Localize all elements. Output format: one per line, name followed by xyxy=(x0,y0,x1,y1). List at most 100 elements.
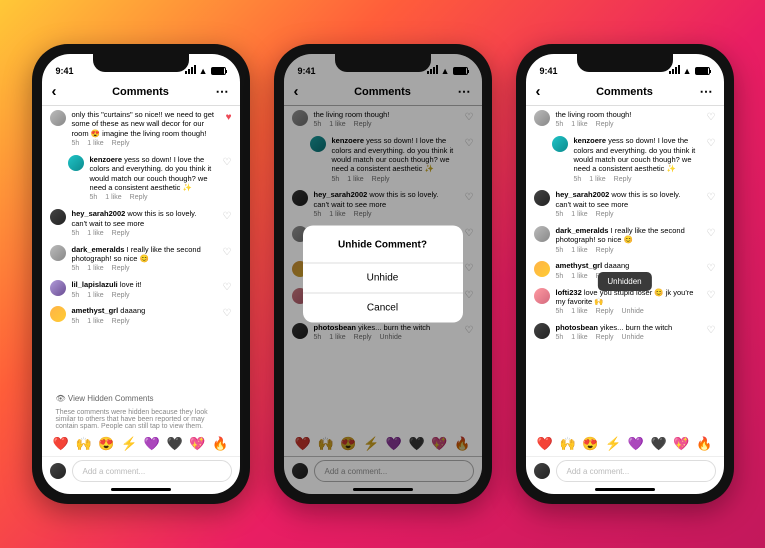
comment-row[interactable]: hey_sarah2002 wow this is so lovely. can… xyxy=(50,209,232,239)
like-icon[interactable]: ♥ xyxy=(226,110,232,149)
emoji-option[interactable]: 😍 xyxy=(98,436,114,452)
comment-meta: 5h1 likeReplyUnhide xyxy=(556,334,697,343)
comment-row[interactable]: hey_sarah2002 wow this is so lovely. can… xyxy=(534,190,716,220)
avatar[interactable] xyxy=(534,288,550,304)
comment-meta: 5h1 likeReply xyxy=(556,121,697,130)
emoji-bar[interactable]: ❤️ 🙌 😍 ⚡ 💜 🖤 💖 🔥 xyxy=(526,432,724,456)
comment-row[interactable]: amethyst_grl daaang5h1 likeReply♡ xyxy=(50,306,232,326)
comment-row[interactable]: lil_lapislazuli love it!5h1 likeReply♡ xyxy=(50,280,232,300)
emoji-option[interactable]: ⚡ xyxy=(605,436,621,452)
comment-meta: 5h1 likeReply xyxy=(72,265,213,274)
like-icon[interactable]: ♡ xyxy=(707,136,716,184)
emoji-option[interactable]: ❤️ xyxy=(53,436,69,452)
emoji-option[interactable]: ⚡ xyxy=(121,436,137,452)
like-icon[interactable]: ♡ xyxy=(223,280,232,300)
emoji-option[interactable]: 🙌 xyxy=(560,436,576,452)
avatar[interactable] xyxy=(50,280,66,296)
comment-row[interactable]: photosbean yikes... burn the witch5h1 li… xyxy=(534,323,716,343)
like-icon[interactable]: ♡ xyxy=(707,323,716,343)
comment-body: lofti232 love you stupid loser 😊 jk you'… xyxy=(556,288,701,318)
comment-row[interactable]: dark_emeralds I really like the second p… xyxy=(534,226,716,256)
comment-meta: 5h1 likeReply xyxy=(72,292,213,301)
more-icon[interactable]: ⋯ xyxy=(700,84,714,100)
like-icon[interactable]: ♡ xyxy=(223,306,232,326)
avatar[interactable] xyxy=(50,209,66,225)
comment-body: kenzoere yess so down! I love the colors… xyxy=(90,155,217,203)
comment-row[interactable]: lofti232 love you stupid loser 😊 jk you'… xyxy=(534,288,716,318)
like-icon[interactable]: ♡ xyxy=(707,226,716,256)
comment-input[interactable]: Add a comment... xyxy=(72,460,232,482)
emoji-option[interactable]: 😍 xyxy=(582,436,598,452)
self-avatar xyxy=(50,463,66,479)
emoji-option[interactable]: 🔥 xyxy=(696,436,712,452)
comment-body: dark_emeralds I really like the second p… xyxy=(72,245,217,275)
avatar[interactable] xyxy=(50,306,66,322)
status-time: 9:41 xyxy=(56,66,74,76)
comment-body: dark_emeralds I really like the second p… xyxy=(556,226,701,256)
view-hidden-link[interactable]: 👁 View Hidden Comments xyxy=(56,394,230,403)
home-indicator[interactable] xyxy=(111,488,171,491)
emoji-option[interactable]: ❤️ xyxy=(537,436,553,452)
comment-row[interactable]: kenzoere yess so down! I love the colors… xyxy=(68,155,232,203)
emoji-option[interactable]: 🔥 xyxy=(212,436,228,452)
comment-meta: 5h1 likeReply xyxy=(90,194,213,203)
comment-meta: 5h1 likeReply xyxy=(72,318,213,327)
emoji-bar[interactable]: ❤️ 🙌 😍 ⚡ 💜 🖤 💖 🔥 xyxy=(42,432,240,456)
phone-mock-2: 9:41 ▲ ‹ Comments ⋯ the living room thou… xyxy=(274,44,492,504)
like-icon[interactable]: ♡ xyxy=(707,261,716,281)
unhide-dialog: Unhide Comment? Unhide Cancel xyxy=(303,226,463,323)
comment-meta: 5h1 likeReply xyxy=(72,230,213,239)
emoji-option[interactable]: 💜 xyxy=(144,436,160,452)
comment-row[interactable]: dark_emeralds I really like the second p… xyxy=(50,245,232,275)
like-icon[interactable]: ♡ xyxy=(223,155,232,203)
comment-meta: 5h1 likeReplyUnhide xyxy=(556,308,697,317)
avatar[interactable] xyxy=(552,136,568,152)
status-time: 9:41 xyxy=(540,66,558,76)
comment-meta: 5h1 likeReply xyxy=(556,247,697,256)
emoji-option[interactable]: 💖 xyxy=(673,436,689,452)
comment-body: kenzoere yess so down! I love the colors… xyxy=(574,136,701,184)
avatar[interactable] xyxy=(534,110,550,126)
comment-meta: 5h1 likeReply xyxy=(556,211,697,220)
comment-body: the living room though!5h1 likeReply xyxy=(556,110,701,130)
emoji-option[interactable]: 💖 xyxy=(189,436,205,452)
comment-meta: 5h1 likeReply xyxy=(72,140,216,149)
like-icon[interactable]: ♡ xyxy=(223,245,232,275)
composer: Add a comment... xyxy=(526,456,724,484)
cancel-button[interactable]: Cancel xyxy=(303,293,463,323)
comment-body: only this "curtains" so nice!! we need t… xyxy=(72,110,220,149)
like-icon[interactable]: ♡ xyxy=(707,190,716,220)
comment-body: photosbean yikes... burn the witch5h1 li… xyxy=(556,323,701,343)
avatar[interactable] xyxy=(50,110,66,126)
back-icon[interactable]: ‹ xyxy=(52,83,57,100)
more-icon[interactable]: ⋯ xyxy=(216,84,230,100)
like-icon[interactable]: ♡ xyxy=(223,209,232,239)
emoji-option[interactable]: 💜 xyxy=(628,436,644,452)
wifi-icon: ▲ xyxy=(683,66,692,76)
comment-row[interactable]: only this "curtains" so nice!! we need t… xyxy=(50,110,232,149)
unhide-button[interactable]: Unhide xyxy=(303,263,463,293)
avatar[interactable] xyxy=(534,261,550,277)
avatar[interactable] xyxy=(534,226,550,242)
like-icon[interactable]: ♡ xyxy=(707,288,716,318)
comment-row[interactable]: the living room though!5h1 likeReply ♡ xyxy=(534,110,716,130)
battery-icon xyxy=(695,67,710,75)
emoji-option[interactable]: 🖤 xyxy=(167,436,183,452)
avatar[interactable] xyxy=(50,245,66,261)
dialog-title: Unhide Comment? xyxy=(303,226,463,263)
home-indicator[interactable] xyxy=(595,488,655,491)
avatar[interactable] xyxy=(534,323,550,339)
comment-input[interactable]: Add a comment... xyxy=(556,460,716,482)
wifi-icon: ▲ xyxy=(199,66,208,76)
emoji-option[interactable]: 🙌 xyxy=(76,436,92,452)
composer: Add a comment... xyxy=(42,456,240,484)
emoji-option[interactable]: 🖤 xyxy=(651,436,667,452)
comment-body: hey_sarah2002 wow this is so lovely. can… xyxy=(72,209,217,239)
back-icon[interactable]: ‹ xyxy=(536,83,541,100)
avatar[interactable] xyxy=(534,190,550,206)
like-icon[interactable]: ♡ xyxy=(707,110,716,130)
comment-row[interactable]: kenzoere yess so down! I love the colors… xyxy=(552,136,716,184)
comment-meta: 5h1 likeReply xyxy=(574,176,697,185)
avatar[interactable] xyxy=(68,155,84,171)
phone-mock-1: 9:41 ▲ ‹ Comments ⋯ only this "curtains"… xyxy=(32,44,250,504)
